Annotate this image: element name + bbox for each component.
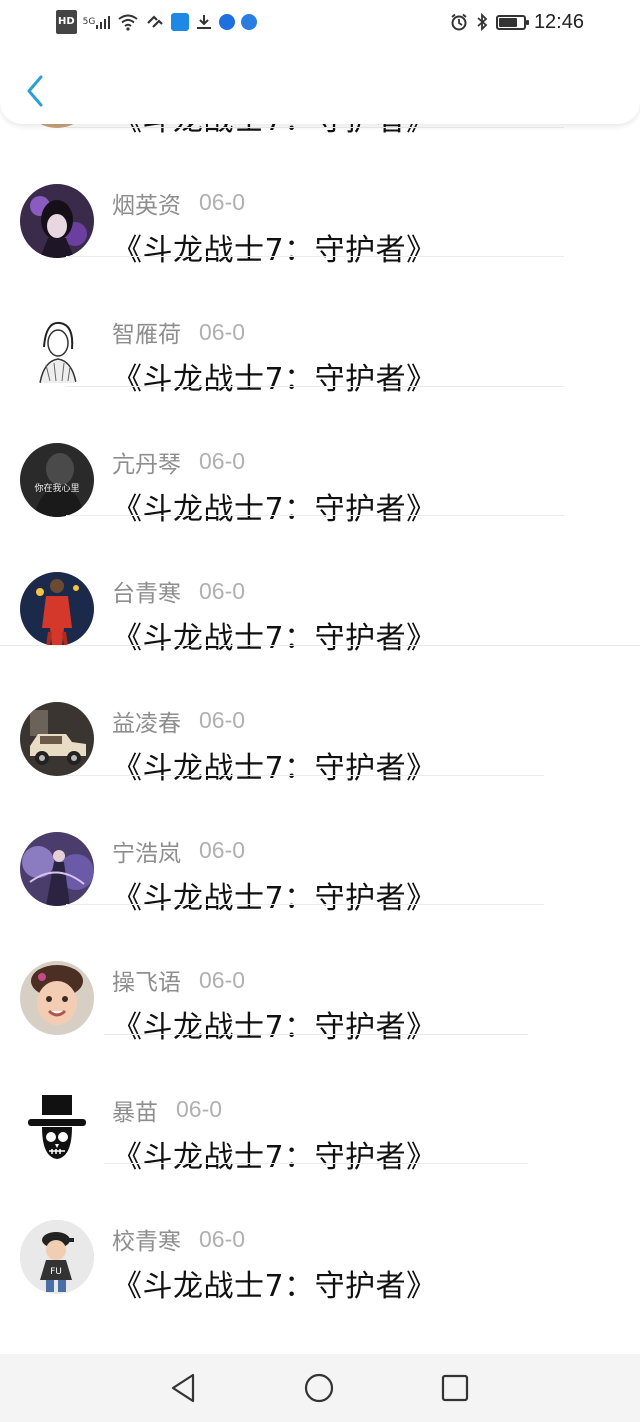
comment-list: 《斗龙战士7：守护者》 烟英资 06-0 《斗龙战士7：守护者》 智雁荷 06-… — [0, 54, 640, 1304]
back-triangle-icon — [171, 1373, 195, 1403]
post-date: 06-0 — [199, 448, 246, 475]
system-nav-bar — [0, 1354, 640, 1422]
alarm-icon — [450, 11, 468, 33]
music-icon — [219, 11, 236, 33]
list-item[interactable]: 暴苗 06-0 《斗龙战士7：守护者》 — [0, 1035, 640, 1175]
nav-back-button[interactable] — [166, 1371, 200, 1405]
user-name[interactable]: 益凌春 — [112, 704, 181, 738]
signal-icon: 5G — [83, 11, 112, 33]
post-date: 06-0 — [176, 1096, 223, 1123]
user-name[interactable]: 校青寒 — [112, 1222, 181, 1256]
battery-fill — [498, 17, 517, 27]
user-name[interactable]: 台青寒 — [112, 574, 181, 608]
post-date: 06-0 — [199, 318, 246, 345]
list-item[interactable]: FU 校青寒 06-0 《斗龙战士7：守护者》 — [0, 1164, 640, 1304]
list-item[interactable]: 台青寒 06-0 《斗龙战士7：守护者》 — [0, 516, 640, 656]
anime-avatar[interactable] — [20, 183, 94, 258]
app-header — [0, 44, 640, 124]
post-title[interactable]: 《斗龙战士7：守护者》 — [112, 1261, 437, 1305]
post-date: 06-0 — [199, 707, 246, 734]
svg-text:FU: FU — [50, 1267, 62, 1277]
bluetooth-icon — [476, 11, 488, 33]
post-date: 06-0 — [199, 837, 246, 864]
post-date: 06-0 — [199, 577, 246, 604]
list-item[interactable]: 操飞语 06-0 《斗龙战士7：守护者》 — [0, 905, 640, 1045]
status-right-icons: 12:46 — [450, 10, 584, 34]
clock: 12:46 — [533, 10, 584, 33]
signal-label: 5G — [82, 16, 96, 27]
car-model-avatar[interactable] — [20, 701, 94, 776]
user-name[interactable]: 暴苗 — [112, 1093, 158, 1127]
download-icon — [195, 11, 213, 33]
back-button[interactable] — [20, 72, 50, 110]
nav-recents-button[interactable] — [438, 1371, 472, 1405]
list-item[interactable]: 益凌春 06-0 《斗龙战士7：守护者》 — [0, 646, 640, 786]
list-item[interactable]: 你在我心里 亢丹琴 06-0 《斗龙战士7：守护者》 — [0, 387, 640, 527]
app-icon — [171, 11, 190, 33]
post-date: 06-0 — [199, 189, 246, 216]
post-date: 06-0 — [199, 966, 246, 993]
recents-square-icon — [441, 1374, 469, 1402]
user-name[interactable]: 操飞语 — [112, 963, 181, 997]
list-item[interactable]: 智雁荷 06-0 《斗龙战士7：守护者》 — [0, 257, 640, 397]
network-hd-badge: HD — [56, 10, 77, 34]
status-left-icons: HD 5G — [56, 10, 258, 34]
child-photo-avatar[interactable] — [20, 961, 94, 1036]
browser-icon — [241, 11, 258, 33]
home-circle-icon — [304, 1373, 334, 1403]
fantasy-art-avatar[interactable] — [20, 831, 94, 906]
avatar-caption: 你在我心里 — [34, 482, 79, 494]
sketch-girl-avatar[interactable] — [20, 313, 94, 388]
dark-photo-avatar[interactable]: 你在我心里 — [20, 442, 94, 517]
battery-icon — [495, 11, 529, 33]
red-suit-avatar[interactable] — [20, 572, 94, 647]
list-item[interactable]: 烟英资 06-0 《斗龙战士7：守护者》 — [0, 128, 640, 268]
user-name[interactable]: 智雁荷 — [112, 315, 181, 349]
wifi-icon — [117, 11, 139, 33]
user-name[interactable]: 亢丹琴 — [112, 445, 181, 479]
list-item[interactable]: 宁浩岚 06-0 《斗龙战士7：守护者》 — [0, 776, 640, 916]
user-name[interactable]: 宁浩岚 — [112, 834, 181, 868]
user-name[interactable]: 烟英资 — [112, 186, 181, 220]
post-date: 06-0 — [199, 1225, 246, 1252]
status-bar: HD 5G 12:46 — [0, 0, 640, 44]
chevron-left-icon — [27, 75, 43, 107]
nav-home-button[interactable] — [302, 1371, 336, 1405]
skull-hat-avatar[interactable] — [20, 1090, 94, 1165]
link-icon — [145, 11, 165, 33]
kid-cap-avatar[interactable]: FU — [20, 1220, 94, 1295]
